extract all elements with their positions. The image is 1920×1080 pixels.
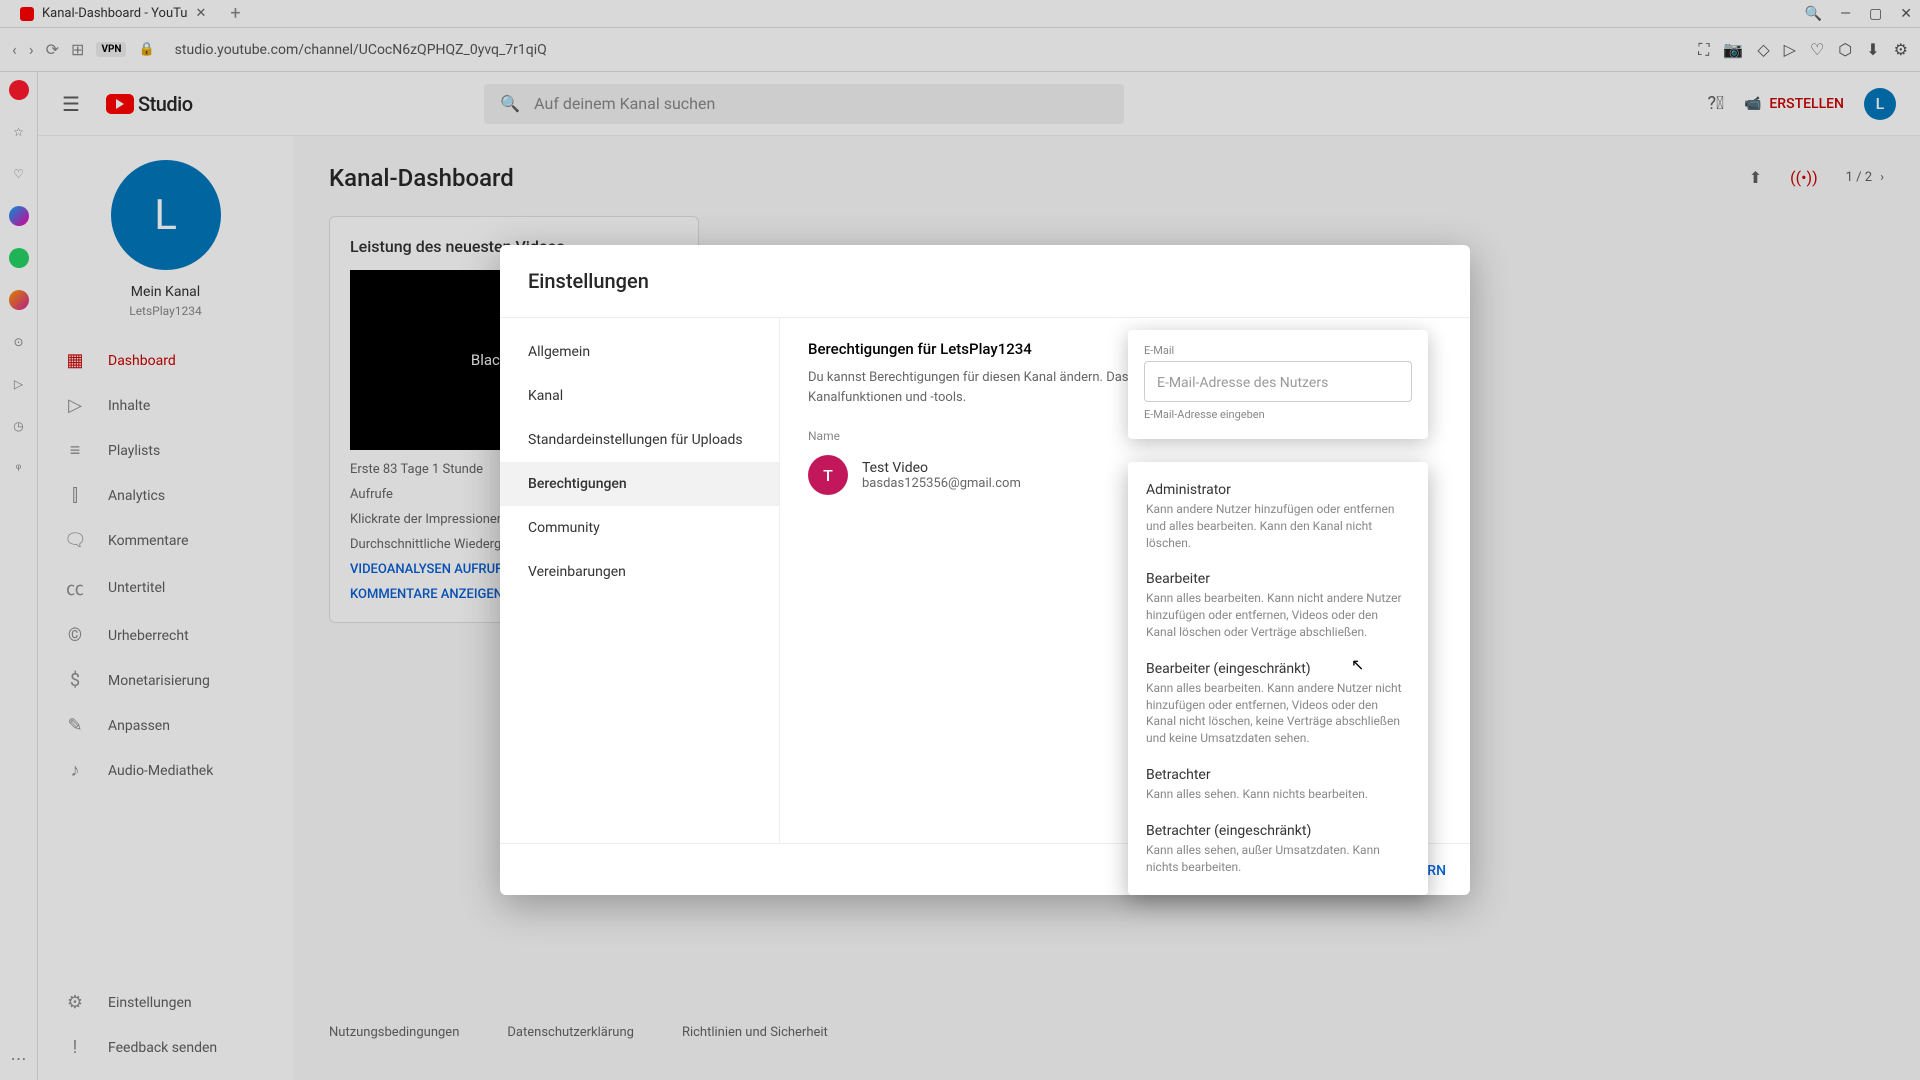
role-desc: Kann alles bearbeiten. Kann nicht andere… [1146,590,1410,640]
user-name: Test Video [862,460,1021,476]
role-option-editor-limited[interactable]: Bearbeiter (eingeschränkt) Kann alles be… [1128,651,1428,757]
role-desc: Kann alles sehen, außer Umsatzdaten. Kan… [1146,842,1410,876]
email-label: E-Mail [1144,344,1412,357]
role-title: Betrachter (eingeschränkt) [1146,823,1410,839]
role-title: Betrachter [1146,767,1410,783]
role-dropdown: Administrator Kann andere Nutzer hinzufü… [1128,462,1428,895]
modal-nav-channel[interactable]: Kanal [500,374,779,418]
user-avatar: T [808,455,848,495]
modal-nav-general[interactable]: Allgemein [500,330,779,374]
role-title: Administrator [1146,482,1410,498]
role-option-admin[interactable]: Administrator Kann andere Nutzer hinzufü… [1128,472,1428,561]
modal-nav-upload[interactable]: Standardeinstellungen für Uploads [500,418,779,462]
role-desc: Kann andere Nutzer hinzufügen oder entfe… [1146,501,1410,551]
modal-sidebar: Allgemein Kanal Standardeinstellungen fü… [500,318,780,843]
email-hint: E-Mail-Adresse eingeben [1144,408,1412,421]
modal-title: Einstellungen [500,245,1470,317]
role-option-viewer[interactable]: Betrachter Kann alles sehen. Kann nichts… [1128,757,1428,813]
role-option-editor[interactable]: Bearbeiter Kann alles bearbeiten. Kann n… [1128,561,1428,650]
modal-nav-community[interactable]: Community [500,506,779,550]
invite-popup: E-Mail E-Mail-Adresse des Nutzers E-Mail… [1128,330,1428,439]
role-option-viewer-limited[interactable]: Betrachter (eingeschränkt) Kann alles se… [1128,813,1428,886]
role-title: Bearbeiter (eingeschränkt) [1146,661,1410,677]
role-desc: Kann alles sehen. Kann nichts bearbeiten… [1146,786,1410,803]
email-placeholder: E-Mail-Adresse des Nutzers [1157,375,1328,391]
role-desc: Kann alles bearbeiten. Kann andere Nutze… [1146,680,1410,747]
email-input[interactable]: E-Mail-Adresse des Nutzers [1144,361,1412,402]
user-email: basdas125356@gmail.com [862,476,1021,491]
modal-nav-agreements[interactable]: Vereinbarungen [500,550,779,594]
modal-nav-permissions[interactable]: Berechtigungen [500,462,779,506]
role-title: Bearbeiter [1146,571,1410,587]
